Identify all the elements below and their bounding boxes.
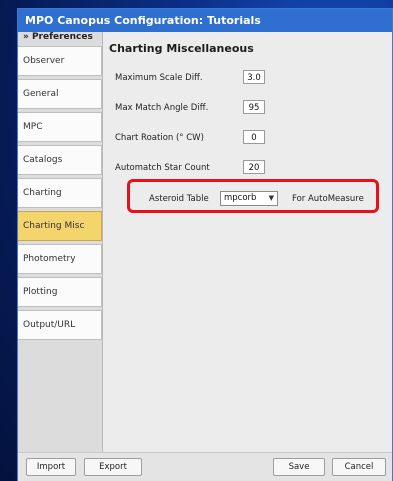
max-scale-diff-input[interactable]: 3.0 <box>243 70 265 84</box>
export-button[interactable]: Export <box>84 458 142 476</box>
asteroid-table-value: mpcorb <box>224 193 257 203</box>
asteroid-table-label: Asteroid Table <box>149 194 209 204</box>
chevron-down-icon: ▼ <box>268 194 274 202</box>
max-scale-diff-label: Maximum Scale Diff. <box>115 73 203 83</box>
chart-rotation-input[interactable]: 0 <box>243 130 265 144</box>
config-window: MPO Canopus Configuration: Tutorials » P… <box>17 8 393 481</box>
max-match-angle-input[interactable]: 95 <box>243 100 265 114</box>
asteroid-table-suffix: For AutoMeasure <box>292 194 364 204</box>
sidebar-item-observer[interactable]: Observer <box>18 46 102 76</box>
sidebar-item-output-url[interactable]: Output/URL <box>18 310 102 340</box>
section-title: Charting Miscellaneous <box>109 42 254 55</box>
button-bar: Import Export Save Cancel <box>18 452 392 481</box>
automatch-count-input[interactable]: 20 <box>243 160 265 174</box>
sidebar-item-mpc[interactable]: MPC <box>18 112 102 142</box>
asteroid-table-select[interactable]: mpcorb ▼ <box>220 191 278 206</box>
sidebar-item-photometry[interactable]: Photometry <box>18 244 102 274</box>
cancel-button[interactable]: Cancel <box>332 458 386 476</box>
sidebar-item-charting[interactable]: Charting <box>18 178 102 208</box>
sidebar-header[interactable]: » Preferences <box>18 32 102 43</box>
import-button[interactable]: Import <box>26 458 76 476</box>
sidebar-item-plotting[interactable]: Plotting <box>18 277 102 307</box>
settings-panel: Charting Miscellaneous Maximum Scale Dif… <box>103 32 392 452</box>
save-button[interactable]: Save <box>273 458 325 476</box>
automatch-count-label: Automatch Star Count <box>115 163 210 173</box>
sidebar-item-charting-misc[interactable]: Charting Misc <box>18 211 102 241</box>
max-match-angle-label: Max Match Angle Diff. <box>115 103 209 113</box>
sidebar-item-general[interactable]: General <box>18 79 102 109</box>
window-title: MPO Canopus Configuration: Tutorials <box>18 9 392 32</box>
chart-rotation-label: Chart Roation (° CW) <box>115 133 204 143</box>
preferences-sidebar: » Preferences Observer General MPC Catal… <box>18 32 103 452</box>
sidebar-item-catalogs[interactable]: Catalogs <box>18 145 102 175</box>
